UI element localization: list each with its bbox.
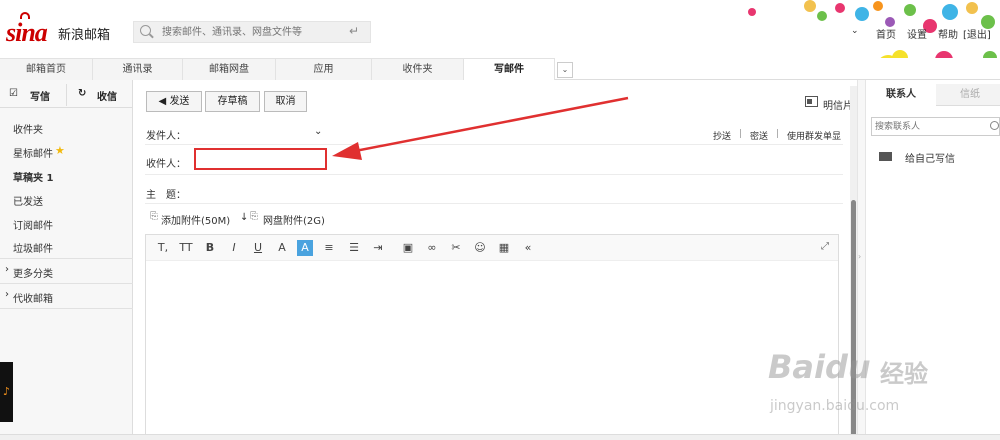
tab-compose[interactable]: 写邮件 (464, 58, 555, 80)
cancel-button[interactable]: 取消 (264, 91, 307, 112)
indent-icon[interactable]: ⇥ (370, 240, 386, 256)
tab-more-dropdown[interactable]: ⌄ (557, 62, 573, 78)
paperclip-icon: ⎘ (250, 211, 258, 222)
tab-inbox[interactable]: 收件夹 (372, 58, 464, 80)
search-input[interactable] (162, 22, 342, 42)
image-icon[interactable]: ▣ (400, 240, 416, 256)
sidebar-proxy-mailbox[interactable]: 代收邮箱 (13, 290, 53, 305)
receive-icon: ↻ (78, 88, 87, 99)
sidebar-item-starred[interactable]: 星标邮件 (13, 145, 53, 160)
underline-icon[interactable]: U (250, 240, 266, 256)
chevron-right-icon: › (858, 252, 862, 261)
send-button[interactable]: ◀ 发送 (146, 91, 202, 112)
write-to-self-link[interactable]: 给自己写信 (905, 150, 955, 165)
separator: | (776, 129, 780, 139)
settings-link[interactable]: 设置 (907, 26, 927, 41)
add-attachment-link[interactable]: 添加附件(50M) (161, 212, 230, 227)
italic-icon[interactable]: I (226, 240, 242, 256)
netdisk-attachment-link[interactable]: 网盘附件(2G) (263, 212, 325, 227)
chevron-right-icon: › (5, 289, 9, 300)
envelope-icon (879, 152, 892, 161)
help-link[interactable]: 帮助 (938, 26, 958, 41)
sidebar-more-categories[interactable]: 更多分类 (13, 265, 53, 280)
sidebar-item-sent[interactable]: 已发送 (13, 193, 43, 208)
sidebar-divider (0, 258, 133, 259)
tab-contacts[interactable]: 通讯录 (93, 58, 183, 80)
collapse-icon[interactable]: « (520, 240, 536, 256)
sidebar-action-divider (66, 84, 67, 106)
template-icon[interactable]: ▦ (496, 240, 512, 256)
tab-apps[interactable]: 应用 (276, 58, 372, 80)
enter-icon[interactable]: ↵ (349, 24, 359, 38)
search-icon (990, 121, 999, 130)
list-icon[interactable]: ☰ (346, 240, 362, 256)
font-family-icon[interactable]: T, (155, 240, 171, 256)
separator: | (739, 129, 743, 139)
align-icon[interactable]: ≡ (321, 240, 337, 256)
status-bar (0, 434, 1000, 440)
subject-label: 主 题： (146, 190, 186, 201)
tab-mail-home[interactable]: 邮箱首页 (0, 58, 93, 80)
search-icon (140, 25, 151, 36)
send-label: 发送 (169, 96, 190, 107)
receive-button[interactable]: 收信 (97, 88, 117, 103)
sidebar-item-subscriptions[interactable]: 订阅邮件 (13, 217, 53, 232)
watermark-brand: Baidu (768, 348, 871, 386)
contact-search-input[interactable] (871, 117, 1000, 136)
expand-editor-icon[interactable]: ⤢ (821, 241, 829, 252)
bcc-link[interactable]: 密送 (750, 129, 768, 142)
logo-eye-mark (20, 12, 30, 19)
from-label: 发件人： (146, 131, 186, 142)
bold-icon[interactable]: B (202, 240, 218, 256)
recipient-input-highlight[interactable] (194, 148, 327, 170)
postcard-button[interactable]: 明信片 (823, 97, 853, 112)
tab-contacts-panel[interactable]: 联系人 (866, 84, 936, 106)
font-color-icon[interactable]: A (274, 240, 290, 256)
postcard-icon (805, 96, 818, 107)
cc-link[interactable]: 抄送 (713, 129, 731, 142)
field-divider (145, 174, 843, 175)
download-arrow-icon: ↓ (240, 212, 249, 223)
compose-button[interactable]: 写信 (30, 88, 50, 103)
highlight-icon[interactable]: A (297, 240, 313, 256)
sidebar-item-drafts[interactable]: 草稿夹 1 (13, 169, 53, 184)
tab-stationery[interactable]: 信纸 (940, 84, 1000, 106)
watermark-cn: 经验 (880, 360, 928, 388)
logo-text: 新浪邮箱 (58, 28, 111, 43)
tab-netdisk[interactable]: 邮箱网盘 (183, 58, 276, 80)
to-label: 收件人： (146, 159, 186, 170)
sina-logo[interactable]: sina (6, 18, 48, 48)
music-player-icon[interactable]: ♪ (0, 362, 13, 422)
paperclip-icon: ⎘ (150, 211, 158, 222)
field-divider (145, 203, 843, 204)
save-draft-button[interactable]: 存草稿 (205, 91, 260, 112)
chevron-right-icon: › (5, 264, 9, 275)
sidebar-item-spam[interactable]: 垃圾邮件 (13, 240, 53, 255)
annotation-arrow (332, 96, 629, 160)
mass-send-link[interactable]: 使用群发单显 (787, 129, 841, 142)
home-link[interactable]: 首页 (876, 26, 896, 41)
logout-link[interactable]: [退出] (963, 26, 991, 41)
watermark-url: jingyan.baidu.com (770, 398, 900, 414)
cut-icon[interactable]: ✂ (448, 240, 464, 256)
link-icon[interactable]: ∞ (424, 240, 440, 256)
star-icon: ★ (55, 144, 65, 157)
message-editor[interactable] (145, 234, 839, 440)
sidebar-divider (0, 283, 133, 284)
emoji-icon[interactable]: ☺ (472, 240, 488, 256)
compose-icon: ☑ (9, 88, 18, 99)
send-arrow-icon: ◀ (158, 96, 167, 107)
sidebar-divider (0, 308, 133, 309)
sidebar-item-inbox[interactable]: 收件夹 (13, 121, 43, 136)
account-dropdown-icon[interactable]: ⌄ (851, 26, 859, 36)
font-size-icon[interactable]: TT (178, 240, 194, 256)
